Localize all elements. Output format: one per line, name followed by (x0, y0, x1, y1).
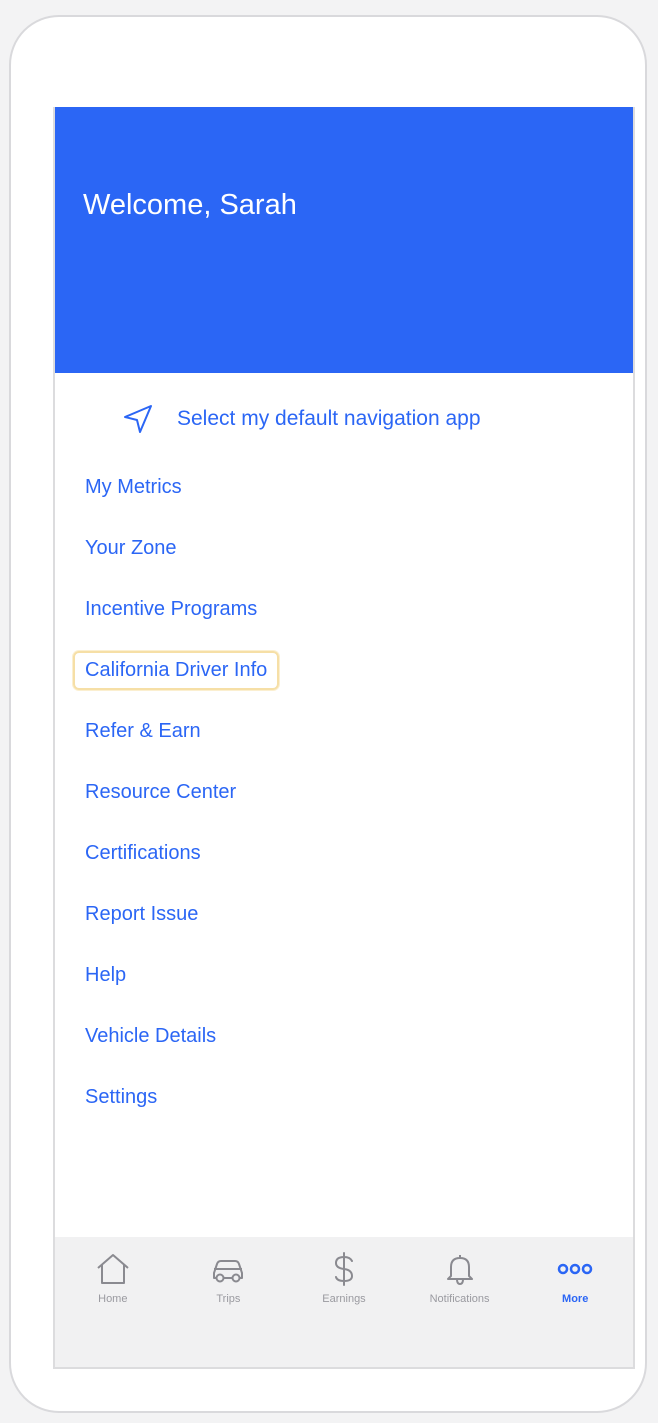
tab-home[interactable]: Home (55, 1237, 171, 1367)
menu-item-incentive-programs[interactable]: Incentive Programs (73, 590, 269, 629)
more-dots-icon (557, 1263, 593, 1275)
more-menu: My Metrics Your Zone Incentive Programs … (73, 457, 280, 1128)
tab-home-label: Home (98, 1293, 128, 1305)
app-screen: Welcome, Sarah Select my default navigat… (53, 107, 635, 1369)
bell-icon (446, 1255, 473, 1285)
home-icon (97, 1254, 129, 1284)
menu-item-refer-earn[interactable]: Refer & Earn (73, 712, 213, 751)
menu-item-help[interactable]: Help (73, 956, 138, 995)
menu-item-vehicle-details[interactable]: Vehicle Details (73, 1017, 228, 1056)
menu-item-my-metrics[interactable]: My Metrics (73, 468, 194, 507)
tab-trips-label: Trips (216, 1293, 241, 1305)
tab-notifications-label: Notifications (429, 1293, 490, 1305)
menu-item-report-issue[interactable]: Report Issue (73, 895, 210, 934)
menu-item-resource-center[interactable]: Resource Center (73, 773, 248, 812)
tab-more[interactable]: More (517, 1237, 633, 1367)
menu-item-settings[interactable]: Settings (73, 1078, 169, 1117)
tab-trips[interactable]: Trips (171, 1237, 287, 1367)
welcome-title: Welcome, Sarah (83, 189, 297, 221)
tab-more-label: More (562, 1293, 589, 1305)
phone-frame: Welcome, Sarah Select my default navigat… (9, 15, 647, 1413)
tab-earnings[interactable]: Earnings (286, 1237, 402, 1367)
select-navigation-app-label: Select my default navigation app (177, 407, 481, 430)
select-navigation-app-button[interactable]: Select my default navigation app (121, 402, 481, 436)
menu-item-certifications[interactable]: Certifications (73, 834, 213, 873)
welcome-header: Welcome, Sarah (55, 107, 633, 373)
navigation-arrow-icon (124, 405, 152, 433)
menu-item-california-driver-info[interactable]: California Driver Info (73, 651, 280, 690)
car-icon (213, 1260, 244, 1283)
tab-notifications[interactable]: Notifications (402, 1237, 518, 1367)
dollar-icon (334, 1252, 353, 1286)
bottom-tab-bar: Home Trips Earnings Notifications More (55, 1237, 633, 1367)
menu-item-your-zone[interactable]: Your Zone (73, 529, 189, 568)
tab-earnings-label: Earnings (322, 1293, 366, 1305)
